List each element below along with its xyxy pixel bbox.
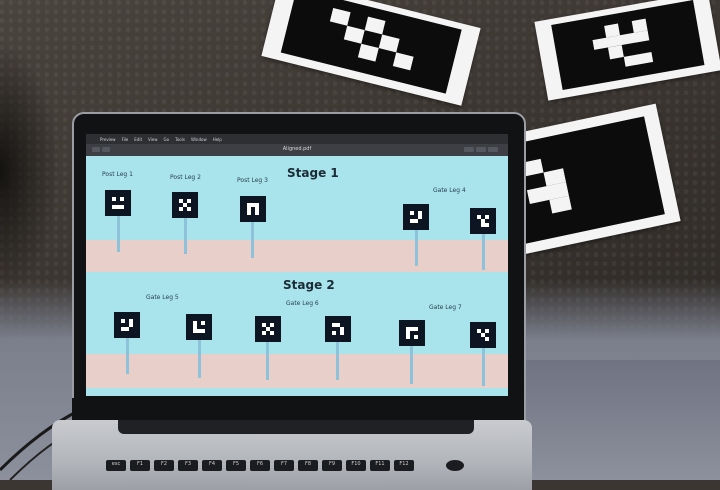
menu-item-app[interactable]: Preview — [100, 137, 116, 142]
menu-item-go[interactable]: Go — [164, 137, 170, 142]
marker-gate-leg-5b — [186, 314, 212, 340]
marker-pattern — [477, 329, 489, 341]
power-key[interactable] — [446, 460, 464, 471]
marker-pattern — [410, 211, 422, 223]
marker-gate-leg-7a — [399, 320, 425, 346]
menu-item-file[interactable]: File — [122, 137, 129, 142]
pole — [482, 346, 485, 386]
key-f2[interactable]: F2 — [154, 460, 174, 471]
marker-pattern — [262, 323, 274, 335]
stage1-title: Stage 1 — [287, 166, 339, 180]
post-leg-1-label: Post Leg 1 — [102, 171, 133, 178]
pole — [482, 232, 485, 270]
menu-item-edit[interactable]: Edit — [134, 137, 142, 142]
gate-leg-7-label: Gate Leg 7 — [429, 304, 462, 311]
pole — [336, 340, 339, 380]
menu-item-tools[interactable]: Tools — [175, 137, 185, 142]
dark-object-shadow — [0, 40, 60, 300]
marker-gate-leg-7b — [470, 322, 496, 348]
marker-pattern — [112, 197, 124, 209]
stage2-ground-band — [86, 354, 508, 388]
marker-pattern — [193, 321, 205, 333]
key-f11[interactable]: F11 — [370, 460, 390, 471]
key-f3[interactable]: F3 — [178, 460, 198, 471]
gate-leg-4-label: Gate Leg 4 — [433, 187, 466, 194]
sidebar-toggle-button[interactable] — [92, 147, 100, 152]
pole — [410, 344, 413, 384]
key-f4[interactable]: F4 — [202, 460, 222, 471]
marker-pattern — [332, 323, 344, 335]
marker-gate-leg-6a — [255, 316, 281, 342]
toolbar-left-buttons — [92, 147, 110, 152]
marker-pattern — [477, 215, 489, 227]
marker-post-leg-3 — [240, 196, 266, 222]
key-f1[interactable]: F1 — [130, 460, 150, 471]
menu-item-help[interactable]: Help — [213, 137, 222, 142]
pole — [198, 338, 201, 378]
menu-item-window[interactable]: Window — [191, 137, 207, 142]
pole — [266, 340, 269, 380]
pole — [251, 220, 254, 258]
key-f8[interactable]: F8 — [298, 460, 318, 471]
menu-item-view[interactable]: View — [148, 137, 158, 142]
pole — [415, 228, 418, 266]
markup-button[interactable] — [476, 147, 486, 152]
stage2-title: Stage 2 — [283, 278, 335, 292]
key-esc[interactable]: esc — [106, 460, 126, 471]
keyboard: esc F1 F2 F3 F4 F5 F6 F7 F8 F9 F10 F11 F… — [106, 458, 526, 488]
marker-gate-leg-4a — [403, 204, 429, 230]
key-f10[interactable]: F10 — [346, 460, 366, 471]
key-f12[interactable]: F12 — [394, 460, 414, 471]
window-title: Aligned.pdf — [282, 146, 312, 152]
marker-gate-leg-4b — [470, 208, 496, 234]
marker-gate-leg-5a — [114, 312, 140, 338]
pole — [184, 216, 187, 254]
marker-pattern — [179, 199, 191, 211]
key-f7[interactable]: F7 — [274, 460, 294, 471]
key-f6[interactable]: F6 — [250, 460, 270, 471]
pole — [126, 334, 129, 374]
laptop-screen: Preview File Edit View Go Tools Window H… — [86, 134, 508, 396]
window-toolbar: Aligned.pdf — [86, 144, 508, 156]
marker-post-leg-2 — [172, 192, 198, 218]
gate-leg-6-label: Gate Leg 6 — [286, 300, 319, 307]
marker-pattern — [121, 319, 133, 331]
menu-bar: Preview File Edit View Go Tools Window H… — [86, 134, 508, 144]
laptop-hinge — [118, 420, 474, 434]
toolbar-right-buttons — [464, 147, 498, 152]
gate-leg-5-label: Gate Leg 5 — [146, 294, 179, 301]
key-f9[interactable]: F9 — [322, 460, 342, 471]
post-leg-3-label: Post Leg 3 — [237, 177, 268, 184]
zoom-button[interactable] — [102, 147, 110, 152]
pole — [117, 214, 120, 252]
marker-post-leg-1 — [105, 190, 131, 216]
stage1-ground-band — [86, 240, 508, 272]
share-button[interactable] — [464, 147, 474, 152]
post-leg-2-label: Post Leg 2 — [170, 174, 201, 181]
search-button[interactable] — [488, 147, 498, 152]
marker-gate-leg-6b — [325, 316, 351, 342]
marker-pattern — [406, 327, 418, 339]
key-f5[interactable]: F5 — [226, 460, 246, 471]
marker-pattern — [247, 203, 259, 215]
